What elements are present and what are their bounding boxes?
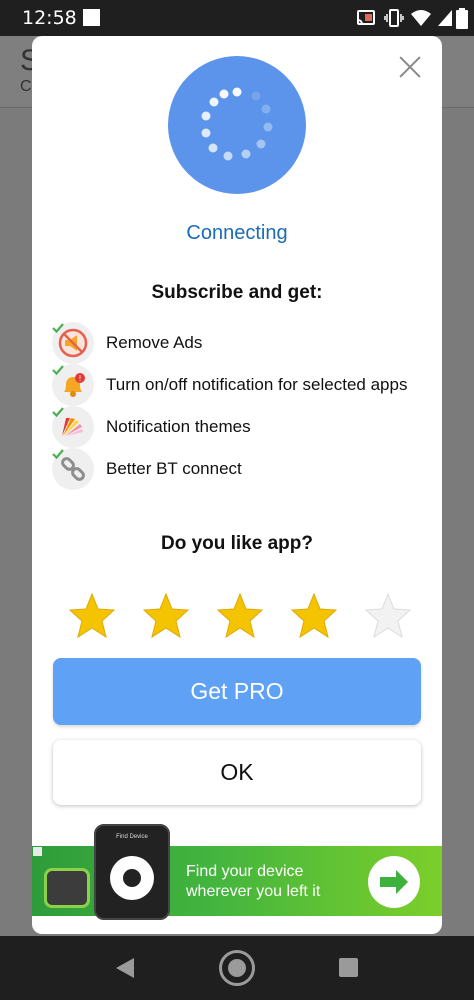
battery-icon (456, 8, 468, 29)
feature-remove-ads: Remove Ads (52, 322, 442, 364)
feature-label: Turn on/off notification for selected ap… (106, 375, 408, 394)
arrow-right-icon (380, 870, 408, 894)
signal-icon (438, 10, 452, 26)
rating-stars (62, 592, 422, 642)
star-3-icon[interactable] (216, 592, 264, 640)
no-ads-megaphone-icon (52, 322, 94, 364)
star-2-icon[interactable] (142, 592, 190, 640)
back-icon[interactable] (114, 956, 136, 980)
get-pro-button[interactable]: Get PRO (53, 658, 421, 725)
subscribe-heading: Subscribe and get: (151, 282, 323, 303)
feature-label: Notification themes (106, 417, 251, 436)
star-1-icon[interactable] (68, 592, 116, 640)
connecting-indicator (168, 56, 306, 194)
ad-line-2: wherever you left it (186, 883, 321, 900)
feature-label: Better BT connect (106, 459, 242, 478)
rating-question: Do you like app? (160, 533, 314, 554)
chain-link-icon (52, 448, 94, 490)
notification-square-icon (83, 9, 100, 26)
loading-spinner-icon (201, 87, 273, 161)
recent-apps-icon[interactable] (339, 958, 358, 977)
close-icon[interactable] (398, 55, 422, 79)
background-app-subtitle: C (20, 78, 32, 95)
status-time: 12:58 (22, 7, 77, 29)
subscribe-dialog: Connecting Subscribe and get: Remove Ads (32, 36, 442, 934)
feature-bt-connect: Better BT connect (52, 448, 442, 490)
feature-label: Remove Ads (106, 333, 203, 352)
ad-banner[interactable]: Find Device Find your device wherever yo… (32, 824, 442, 920)
status-bar: 12:58 (0, 0, 474, 36)
ok-button[interactable]: OK (53, 740, 421, 805)
ad-phone-image: Find Device (94, 824, 170, 920)
watch-face-icon (110, 856, 154, 900)
vibrate-icon (384, 9, 404, 27)
wifi-icon (411, 10, 431, 26)
ad-text: Find your device wherever you left it (186, 862, 320, 902)
home-icon[interactable] (219, 950, 255, 986)
connecting-status: Connecting (186, 222, 288, 244)
svg-text:!: ! (78, 374, 81, 383)
cast-icon (357, 10, 375, 25)
ad-arrow-button[interactable] (368, 856, 420, 908)
color-palette-fan-icon (52, 406, 94, 448)
bell-alert-icon: ! (52, 364, 94, 406)
star-5-icon[interactable] (364, 592, 412, 640)
ad-watch-image (44, 868, 90, 908)
ad-info-icon[interactable] (33, 847, 42, 856)
star-4-icon[interactable] (290, 592, 338, 640)
feature-notification-toggle: ! Turn on/off notification for selected … (52, 364, 442, 406)
ad-phone-title: Find Device (116, 834, 148, 840)
ad-line-1: Find your device (186, 863, 304, 880)
feature-themes: Notification themes (52, 406, 442, 448)
navigation-bar (0, 936, 474, 1000)
